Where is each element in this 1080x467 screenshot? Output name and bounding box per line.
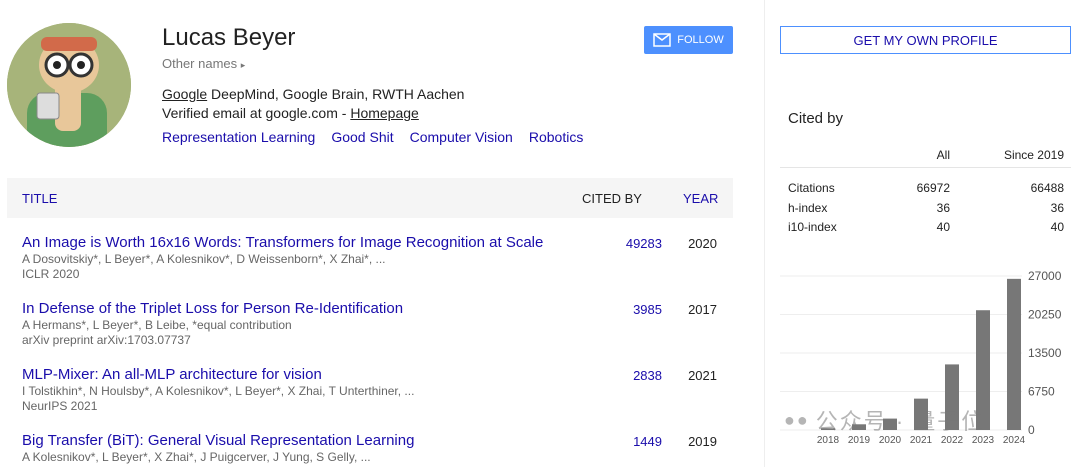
mail-icon <box>653 33 672 47</box>
chart-y-tick-label: 0 <box>1028 423 1035 437</box>
article-authors: A Dosovitskiy*, L Beyer*, A Kolesnikov*,… <box>22 252 386 266</box>
table-row: In Defense of the Triplet Loss for Perso… <box>22 300 732 348</box>
article-year: 2017 <box>688 302 717 317</box>
follow-button[interactable]: FOLLOW <box>644 26 733 54</box>
chart-y-tick-label: 6750 <box>1028 385 1055 399</box>
affiliation-link[interactable]: Google <box>162 86 207 102</box>
sort-by-year[interactable]: YEAR <box>683 191 718 206</box>
watermark-text: 公众号 · 量子位 <box>815 409 986 434</box>
stat-label[interactable]: i10-index <box>788 220 837 234</box>
verified-email: Verified email at google.com - Homepage <box>162 105 419 121</box>
stat-since: 66488 <box>1030 181 1064 195</box>
profile-name: Lucas Beyer <box>162 24 296 51</box>
follow-label: FOLLOW <box>677 34 724 46</box>
articles-table-header: TITLE CITED BY YEAR <box>7 178 733 218</box>
cited-by-link[interactable]: 2838 <box>587 368 662 383</box>
chart-x-tick-label: 2018 <box>817 435 840 446</box>
interest-link[interactable]: Robotics <box>529 129 583 145</box>
watermark: ●● 公众号 · 量子位 <box>784 404 985 436</box>
table-row: MLP-Mixer: An all-MLP architecture for v… <box>22 366 732 414</box>
article-year: 2020 <box>688 236 717 251</box>
article-venue: arXiv preprint arXiv:1703.07737 <box>22 333 191 347</box>
chart-y-tick-label: 13500 <box>1028 346 1062 360</box>
article-authors: A Kolesnikov*, L Beyer*, X Zhai*, J Puig… <box>22 450 371 464</box>
article-authors: A Hermans*, L Beyer*, B Leibe, *equal co… <box>22 318 292 332</box>
article-venue: NeurIPS 2021 <box>22 399 98 413</box>
wechat-icon: ●● <box>784 409 810 430</box>
caret-right-icon: ▸ <box>240 60 246 70</box>
chart-x-tick-label: 2022 <box>941 435 964 446</box>
sort-by-title[interactable]: TITLE <box>22 191 57 206</box>
interest-link[interactable]: Computer Vision <box>410 129 513 145</box>
other-names-label: Other names <box>162 56 238 71</box>
stat-all: 36 <box>936 201 950 215</box>
chart-y-tick-label: 27000 <box>1028 269 1062 283</box>
avatar <box>7 23 131 147</box>
stat-since: 36 <box>1050 201 1064 215</box>
cited-by-link[interactable]: 3985 <box>587 302 662 317</box>
homepage-link[interactable]: Homepage <box>350 105 419 121</box>
stat-all: 66972 <box>916 181 950 195</box>
table-row: An Image is Worth 16x16 Words: Transform… <box>22 234 732 282</box>
chart-x-tick-label: 2024 <box>1003 435 1026 446</box>
chart-x-tick-label: 2020 <box>879 435 902 446</box>
article-venue: ICLR 2020 <box>22 267 80 281</box>
verified-text: Verified email at google.com - <box>162 105 351 121</box>
interest-link[interactable]: Representation Learning <box>162 129 315 145</box>
get-own-profile-button[interactable]: GET MY OWN PROFILE <box>780 26 1071 54</box>
stat-label[interactable]: Citations <box>788 181 835 195</box>
research-interests: Representation Learning Good Shit Comput… <box>162 129 583 145</box>
citations-bar-chart: 27000 20250 13500 6750 0 2018 2019 2020 2021 2022… <box>780 269 1062 446</box>
interest-link[interactable]: Good Shit <box>331 129 393 145</box>
table-row: Big Transfer (BiT): General Visual Repre… <box>22 432 732 465</box>
affiliation: Google DeepMind, Google Brain, RWTH Aach… <box>162 86 464 102</box>
article-year: 2019 <box>688 434 717 449</box>
avatar-illustration <box>7 23 131 147</box>
chart-y-tick-label: 20250 <box>1028 308 1062 322</box>
other-names-link[interactable]: Other names ▸ <box>162 56 245 71</box>
affiliation-text: DeepMind, Google Brain, RWTH Aachen <box>207 86 465 102</box>
cited-by-heading: Cited by <box>788 110 844 127</box>
chart-x-tick-label: 2019 <box>848 435 871 446</box>
cited-by-link[interactable]: 1449 <box>587 434 662 449</box>
stats-col-since[interactable]: Since 2019 <box>980 148 1064 162</box>
cited-by-link[interactable]: 49283 <box>587 236 662 251</box>
article-authors: I Tolstikhin*, N Houlsby*, A Kolesnikov*… <box>22 384 415 398</box>
stat-all: 40 <box>936 220 950 234</box>
chart-x-tick-label: 2023 <box>972 435 995 446</box>
stat-label[interactable]: h-index <box>788 201 827 215</box>
article-year: 2021 <box>688 368 717 383</box>
sort-by-cited[interactable]: CITED BY <box>582 191 642 206</box>
stat-since: 40 <box>1050 220 1064 234</box>
stats-col-all: All <box>936 148 950 162</box>
chart-x-tick-label: 2021 <box>910 435 933 446</box>
stats-header: All Since 2019 <box>780 138 1071 168</box>
chart-bar[interactable] <box>1007 278 1021 430</box>
